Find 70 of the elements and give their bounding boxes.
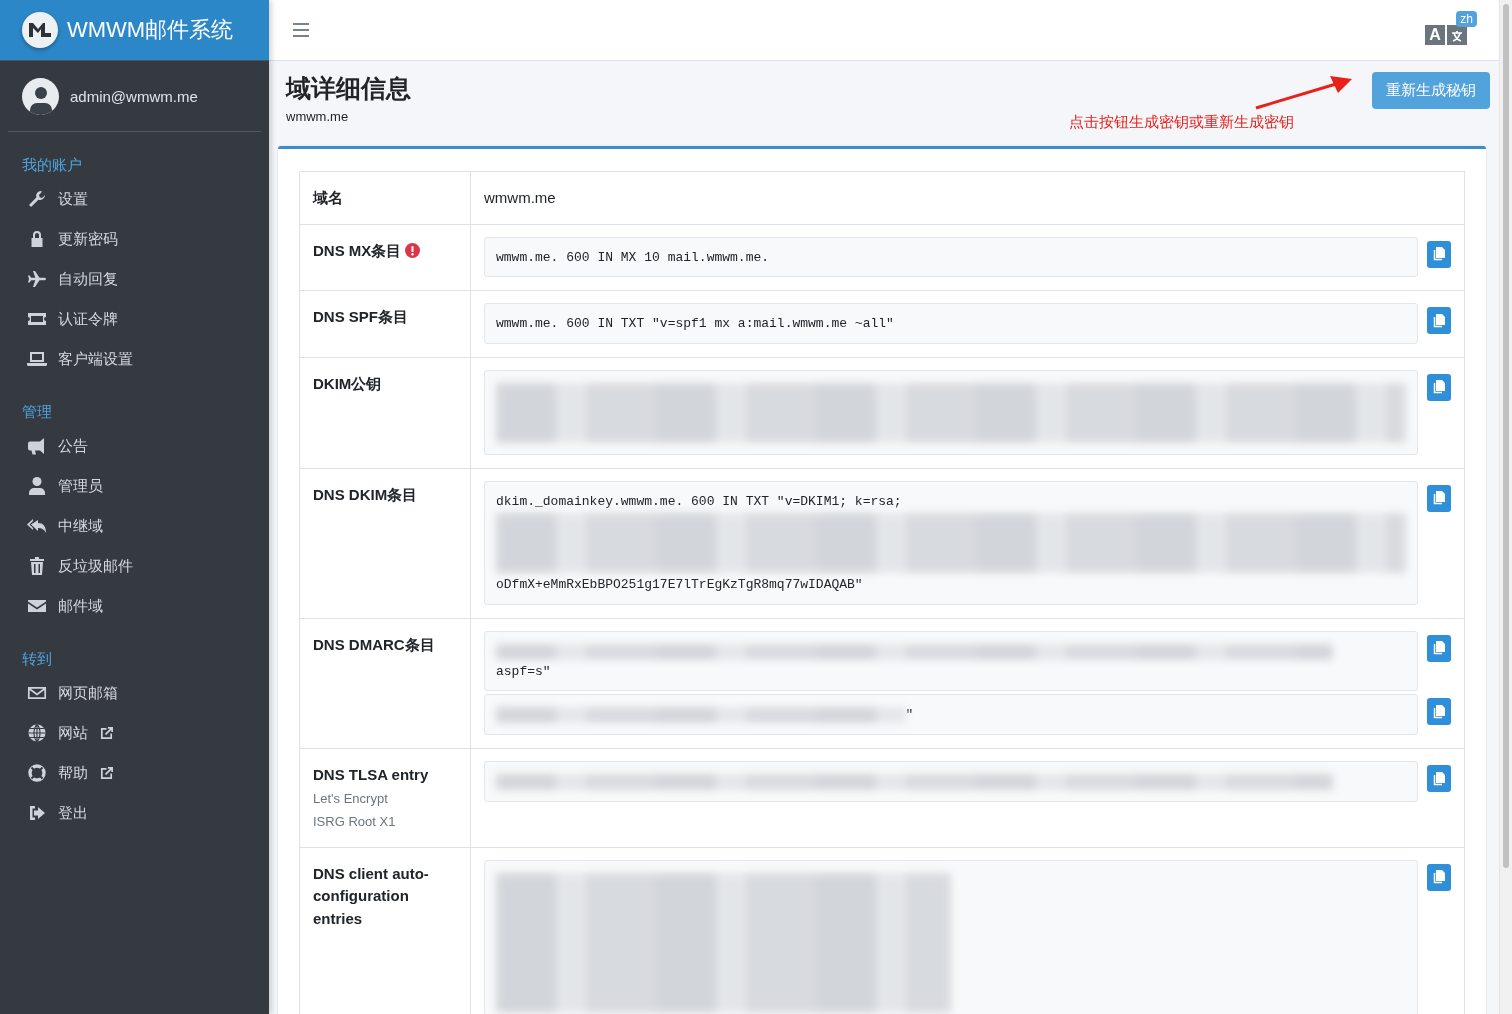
copy-icon	[1433, 247, 1445, 261]
copy-button[interactable]	[1427, 634, 1451, 662]
row-value: wmwm.me	[484, 189, 556, 207]
person-icon	[28, 85, 53, 115]
laptop-icon	[26, 349, 47, 369]
section-heading: 管理	[21, 402, 53, 422]
app-title: WMWM邮件系统	[67, 16, 234, 44]
nav-link[interactable]: 登出	[0, 793, 88, 833]
user-icon	[26, 476, 47, 496]
row-label: DNS MX条目	[313, 241, 402, 259]
page-title: 域详细信息	[286, 73, 411, 104]
copy-icon	[1433, 313, 1445, 328]
nav-link[interactable]: 邮件域	[0, 586, 103, 626]
row-note: Let's Encrypt	[313, 789, 389, 808]
row-note: ISRG Root X1	[313, 812, 397, 831]
copy-icon	[1433, 771, 1445, 786]
row-label: DNS DMARC条目	[313, 635, 435, 653]
section-heading: 转到	[21, 649, 53, 669]
globe-icon	[26, 723, 47, 743]
copy-button[interactable]	[1427, 240, 1451, 268]
nav-link[interactable]: 网页邮箱	[0, 673, 118, 713]
section-heading: 我的账户	[21, 155, 83, 175]
copy-icon	[1433, 704, 1445, 719]
life-ring-icon	[26, 763, 47, 783]
row-label: DNS SPF条目	[313, 308, 408, 325]
copy-button[interactable]	[1427, 698, 1451, 725]
row-label: DNS TLSA entry	[313, 766, 429, 783]
dns-record-field[interactable]	[484, 369, 1418, 455]
dns-record-field[interactable]: wmwm.me. 600 IN MX 10 mail.wmwm.me.	[484, 236, 1418, 277]
copy-button[interactable]	[1427, 484, 1451, 512]
menu-icon[interactable]	[293, 23, 309, 37]
copy-icon	[1433, 380, 1445, 394]
nav-link[interactable]: 帮助	[0, 753, 114, 793]
airplane-icon	[26, 269, 47, 289]
megaphone-icon	[26, 436, 47, 456]
nav-link[interactable]: 设置	[0, 179, 88, 219]
translate-icon	[1447, 25, 1467, 45]
row-label: DNS DKIM条目	[313, 485, 418, 503]
dns-record-field[interactable]: wmwm.me. 600 IN TXT "v=spf1 mx a:mail.wmwm.me ~all"	[484, 303, 1418, 344]
scrollbar[interactable]	[1499, 0, 1512, 1014]
copy-button[interactable]	[1427, 765, 1451, 792]
nav-link[interactable]: 认证令牌	[0, 299, 118, 339]
dns-record-field[interactable]: aspf=s"	[484, 630, 1418, 691]
dns-record-field[interactable]: dkim._domainkey.wmwm.me. 600 IN TXT "v=DKIM1; k=rsa; oDfmX+eMmRxEbBPO251g17E7lTrEgKzTgR8mq77wIDAQAB"	[484, 480, 1418, 605]
page-subtitle: wmwm.me	[286, 109, 350, 124]
dns-record-field[interactable]	[484, 859, 1418, 1014]
nav-link[interactable]: 更新密码	[0, 219, 118, 259]
row-label: DNS client auto-configuration entries	[313, 864, 429, 927]
row-label: DKIM公钥	[313, 374, 382, 392]
copy-icon	[1433, 641, 1445, 655]
copy-button[interactable]	[1427, 307, 1451, 334]
nav-link[interactable]: 客户端设置	[0, 339, 133, 379]
mail-logo-icon	[29, 23, 51, 37]
copy-icon	[1433, 491, 1445, 505]
nav-link[interactable]: 公告	[0, 426, 88, 466]
user-email[interactable]: admin@wmwm.me	[70, 88, 198, 105]
dns-record-field[interactable]	[484, 761, 1418, 802]
row-label: 域名	[313, 189, 343, 206]
dns-record-field[interactable]: "	[484, 694, 1418, 735]
nav-link[interactable]: 自动回复	[0, 259, 118, 299]
copy-button[interactable]	[1427, 373, 1451, 401]
nav-link[interactable]: 反垃圾邮件	[0, 546, 133, 586]
wrench-icon	[26, 189, 47, 209]
language-switcher[interactable]: A zh	[1425, 11, 1477, 45]
annotation-text: 点击按钮生成密钥或重新生成密钥	[1069, 113, 1294, 132]
nav-link[interactable]: 中继域	[0, 506, 103, 546]
nav-link[interactable]: 管理员	[0, 466, 103, 506]
copy-icon	[1433, 870, 1445, 884]
nav-link[interactable]: 网站	[0, 713, 114, 753]
copy-button[interactable]	[1427, 863, 1451, 891]
